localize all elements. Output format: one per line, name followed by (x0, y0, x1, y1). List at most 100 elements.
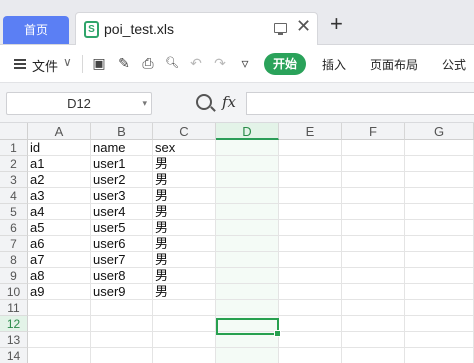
cell-a1[interactable]: id (28, 140, 91, 156)
cell-f3[interactable] (342, 172, 405, 188)
row-header-2[interactable]: 2 (0, 156, 28, 172)
cell-b7[interactable]: user6 (91, 236, 153, 252)
cell-g1[interactable] (405, 140, 474, 156)
row-header-14[interactable]: 14 (0, 348, 28, 363)
print-preview-icon[interactable]: 🔍︎ (164, 55, 180, 71)
cell-a7[interactable]: a6 (28, 236, 91, 252)
column-header-c[interactable]: C (153, 123, 216, 140)
cell-g6[interactable] (405, 220, 474, 236)
cell-f10[interactable] (342, 284, 405, 300)
row-header-12[interactable]: 12 (0, 316, 28, 332)
cell-b6[interactable]: user5 (91, 220, 153, 236)
cell-e2[interactable] (279, 156, 342, 172)
row-header-10[interactable]: 10 (0, 284, 28, 300)
column-header-a[interactable]: A (28, 123, 91, 140)
cell-a9[interactable]: a8 (28, 268, 91, 284)
cell-a14[interactable] (28, 348, 91, 363)
tab-start[interactable]: 开始 (264, 53, 306, 75)
cell-c8[interactable]: 男 (153, 252, 216, 268)
column-header-d[interactable]: D (216, 123, 279, 140)
row-header-3[interactable]: 3 (0, 172, 28, 188)
cell-g5[interactable] (405, 204, 474, 220)
row-header-1[interactable]: 1 (0, 140, 28, 156)
cell-b9[interactable]: user8 (91, 268, 153, 284)
row-header-13[interactable]: 13 (0, 332, 28, 348)
cell-b14[interactable] (91, 348, 153, 363)
zoom-icon[interactable] (196, 94, 212, 110)
cell-c10[interactable]: 男 (153, 284, 216, 300)
redo-icon[interactable]: ↷ (212, 55, 228, 71)
cell-e13[interactable] (279, 332, 342, 348)
formula-input[interactable] (246, 92, 474, 115)
cell-f6[interactable] (342, 220, 405, 236)
cell-e14[interactable] (279, 348, 342, 363)
insert-function-icon[interactable]: fx (222, 93, 236, 111)
cell-c4[interactable]: 男 (153, 188, 216, 204)
hamburger-menu-icon[interactable] (14, 59, 26, 69)
cell-b2[interactable]: user1 (91, 156, 153, 172)
cell-f1[interactable] (342, 140, 405, 156)
cell-a3[interactable]: a2 (28, 172, 91, 188)
cell-g11[interactable] (405, 300, 474, 316)
column-header-b[interactable]: B (91, 123, 153, 140)
cell-d4[interactable] (216, 188, 279, 204)
tab-page-layout[interactable]: 页面布局 (370, 56, 418, 73)
cell-b4[interactable]: user3 (91, 188, 153, 204)
cell-d10[interactable] (216, 284, 279, 300)
cell-c11[interactable] (153, 300, 216, 316)
cell-a10[interactable]: a9 (28, 284, 91, 300)
cell-f8[interactable] (342, 252, 405, 268)
cell-b5[interactable]: user4 (91, 204, 153, 220)
format-painter-icon[interactable]: ✎ (116, 55, 132, 71)
cell-e10[interactable] (279, 284, 342, 300)
cell-b3[interactable]: user2 (91, 172, 153, 188)
cell-a13[interactable] (28, 332, 91, 348)
cell-b13[interactable] (91, 332, 153, 348)
cell-g4[interactable] (405, 188, 474, 204)
tab-file[interactable]: S poi_test.xls ✕ (75, 12, 318, 46)
cell-b1[interactable]: name (91, 140, 153, 156)
row-header-5[interactable]: 5 (0, 204, 28, 220)
cell-f14[interactable] (342, 348, 405, 363)
cell-d5[interactable] (216, 204, 279, 220)
cell-c3[interactable]: 男 (153, 172, 216, 188)
cell-d3[interactable] (216, 172, 279, 188)
cell-a12[interactable] (28, 316, 91, 332)
cell-d6[interactable] (216, 220, 279, 236)
cell-c1[interactable]: sex (153, 140, 216, 156)
cell-g10[interactable] (405, 284, 474, 300)
cell-f11[interactable] (342, 300, 405, 316)
cell-d8[interactable] (216, 252, 279, 268)
cell-c14[interactable] (153, 348, 216, 363)
select-all-corner[interactable] (0, 123, 28, 140)
cell-b8[interactable]: user7 (91, 252, 153, 268)
file-menu-button[interactable]: 文件 (32, 56, 58, 75)
cell-b11[interactable] (91, 300, 153, 316)
cell-d7[interactable] (216, 236, 279, 252)
row-header-8[interactable]: 8 (0, 252, 28, 268)
cell-b12[interactable] (91, 316, 153, 332)
cell-f7[interactable] (342, 236, 405, 252)
column-header-g[interactable]: G (405, 123, 474, 140)
cell-f2[interactable] (342, 156, 405, 172)
name-box[interactable]: D12 ▾ (6, 92, 152, 115)
cell-f4[interactable] (342, 188, 405, 204)
cell-g3[interactable] (405, 172, 474, 188)
more-icon[interactable]: ▿ (237, 55, 253, 71)
row-header-4[interactable]: 4 (0, 188, 28, 204)
cell-a2[interactable]: a1 (28, 156, 91, 172)
add-tab-icon[interactable]: + (330, 13, 343, 35)
cell-e11[interactable] (279, 300, 342, 316)
cell-g14[interactable] (405, 348, 474, 363)
tab-formula[interactable]: 公式 (442, 56, 466, 73)
cell-c9[interactable]: 男 (153, 268, 216, 284)
cell-a11[interactable] (28, 300, 91, 316)
cell-b10[interactable]: user9 (91, 284, 153, 300)
cell-d14[interactable] (216, 348, 279, 363)
cell-d1[interactable] (216, 140, 279, 156)
cell-c7[interactable]: 男 (153, 236, 216, 252)
cell-c13[interactable] (153, 332, 216, 348)
cell-e4[interactable] (279, 188, 342, 204)
cell-f5[interactable] (342, 204, 405, 220)
cell-e6[interactable] (279, 220, 342, 236)
